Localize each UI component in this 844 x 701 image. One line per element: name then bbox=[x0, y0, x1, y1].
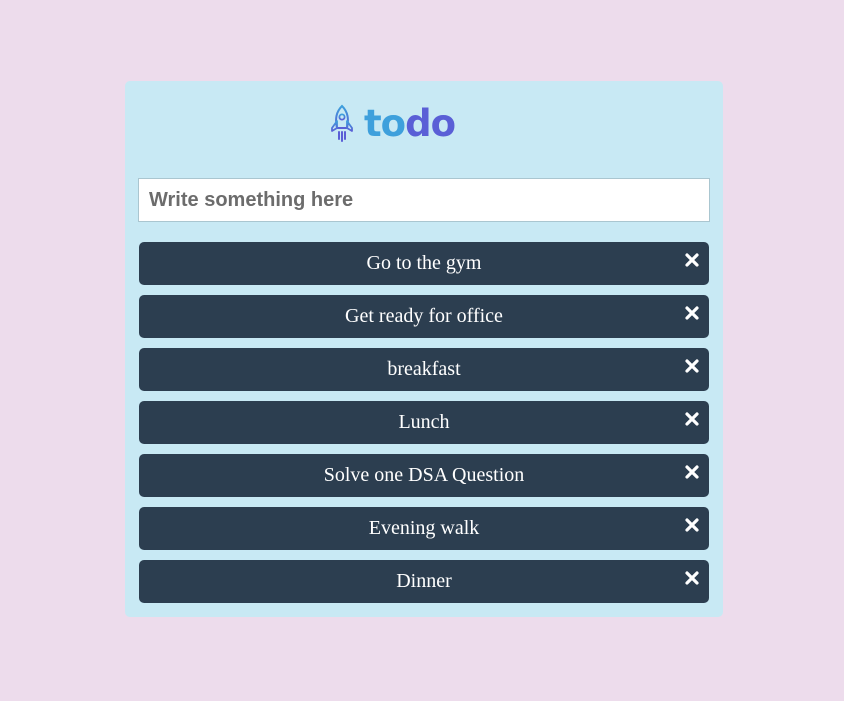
close-icon[interactable] bbox=[685, 518, 699, 532]
todo-item[interactable]: Dinner bbox=[139, 560, 709, 603]
todo-item-label: Go to the gym bbox=[366, 252, 482, 274]
todo-item[interactable]: Evening walk bbox=[139, 507, 709, 550]
close-icon[interactable] bbox=[685, 359, 699, 373]
app-title: todo bbox=[364, 101, 456, 145]
todo-item[interactable]: Get ready for office bbox=[139, 295, 709, 338]
todo-card: todo Go to the gym Get ready for office … bbox=[125, 81, 723, 617]
close-icon[interactable] bbox=[685, 306, 699, 320]
todo-input[interactable] bbox=[139, 179, 709, 221]
todo-item[interactable]: Solve one DSA Question bbox=[139, 454, 709, 497]
app-title-part1: to bbox=[364, 101, 406, 145]
todo-item-label: Dinner bbox=[396, 570, 452, 592]
todo-item[interactable]: breakfast bbox=[139, 348, 709, 391]
rocket-icon bbox=[331, 104, 353, 142]
todo-list: Go to the gym Get ready for office break… bbox=[139, 242, 709, 613]
todo-item[interactable]: Go to the gym bbox=[139, 242, 709, 285]
todo-item-label: breakfast bbox=[387, 358, 461, 380]
app-title-part2: do bbox=[405, 101, 456, 145]
close-icon[interactable] bbox=[685, 253, 699, 267]
todo-item[interactable]: Lunch bbox=[139, 401, 709, 444]
todo-item-label: Get ready for office bbox=[345, 305, 503, 327]
close-icon[interactable] bbox=[685, 571, 699, 585]
close-icon[interactable] bbox=[685, 465, 699, 479]
todo-item-label: Lunch bbox=[398, 411, 450, 433]
todo-item-label: Solve one DSA Question bbox=[323, 464, 525, 486]
app-brand: todo bbox=[329, 101, 456, 145]
todo-input-wrapper bbox=[138, 178, 710, 222]
close-icon[interactable] bbox=[685, 412, 699, 426]
todo-item-label: Evening walk bbox=[368, 517, 480, 539]
